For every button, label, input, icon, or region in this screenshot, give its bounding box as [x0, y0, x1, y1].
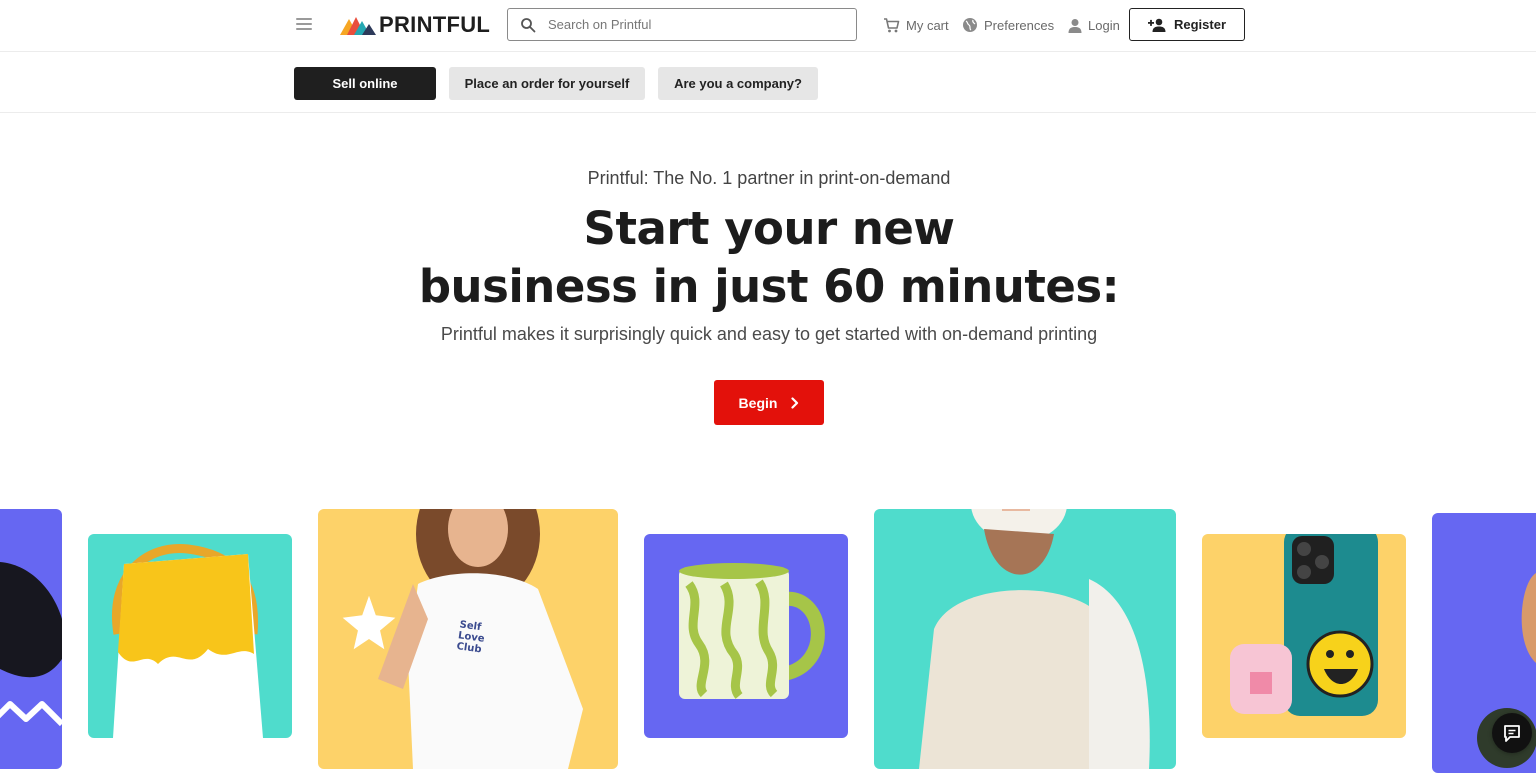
preferences-label: Preferences: [984, 17, 1055, 33]
register-button[interactable]: Register: [1129, 8, 1245, 41]
product-card-tote-bag: [88, 534, 292, 738]
phone-case-image: [1230, 534, 1378, 716]
globe-icon: [962, 17, 978, 33]
product-card-hoodie: [0, 509, 62, 769]
hero-headline: Start your new business in just 60 minut…: [0, 200, 1536, 316]
cart-icon: [883, 17, 900, 33]
tab-place-order[interactable]: Place an order for yourself: [449, 67, 645, 100]
add-user-icon: [1147, 18, 1166, 32]
cart-label: My cart: [906, 17, 949, 33]
login-label: Login: [1088, 17, 1120, 33]
preferences-link[interactable]: Preferences: [962, 14, 1054, 36]
tab-sell-online[interactable]: Sell online: [294, 67, 436, 100]
tote-bag-image: [112, 543, 263, 738]
hoodie-image: [0, 562, 62, 727]
audience-tabs: Sell online Place an order for yourself …: [0, 53, 1536, 113]
cart-link[interactable]: My cart: [883, 14, 949, 36]
printful-logo[interactable]: PRINTFUL: [340, 11, 490, 39]
logo-mountains-icon: [340, 17, 376, 35]
search-icon: [521, 17, 536, 32]
login-link[interactable]: Login: [1068, 14, 1120, 36]
product-card-tshirt: Self Love Club: [318, 509, 618, 769]
chevron-right-icon: [791, 396, 799, 409]
product-card-phone-case: [1202, 534, 1406, 738]
tshirt-print-text: Self Love Club: [455, 619, 486, 656]
begin-label: Begin: [738, 394, 778, 411]
headline-line-1: Start your new: [583, 202, 955, 255]
menu-icon[interactable]: [294, 15, 314, 33]
mug-image: [679, 563, 825, 699]
top-navigation: PRINTFUL My cart Preferences: [0, 0, 1536, 52]
hero-eyebrow: Printful: The No. 1 partner in print-on-…: [587, 168, 951, 188]
search-bar[interactable]: [507, 8, 857, 41]
chat-icon[interactable]: [1492, 713, 1532, 753]
search-input[interactable]: [548, 17, 838, 32]
begin-button[interactable]: Begin: [714, 380, 824, 425]
logo-text: PRINTFUL: [379, 12, 491, 37]
cap-model-image: [919, 509, 1150, 769]
register-label: Register: [1173, 17, 1227, 32]
product-card-mug: [644, 534, 848, 738]
user-icon: [1068, 18, 1082, 33]
tab-company[interactable]: Are you a company?: [658, 67, 818, 100]
hero-subline: Printful makes it surprisingly quick and…: [440, 324, 1098, 344]
headline-line-2: business in just 60 minutes:: [418, 260, 1120, 313]
product-card-cap: [874, 509, 1176, 769]
